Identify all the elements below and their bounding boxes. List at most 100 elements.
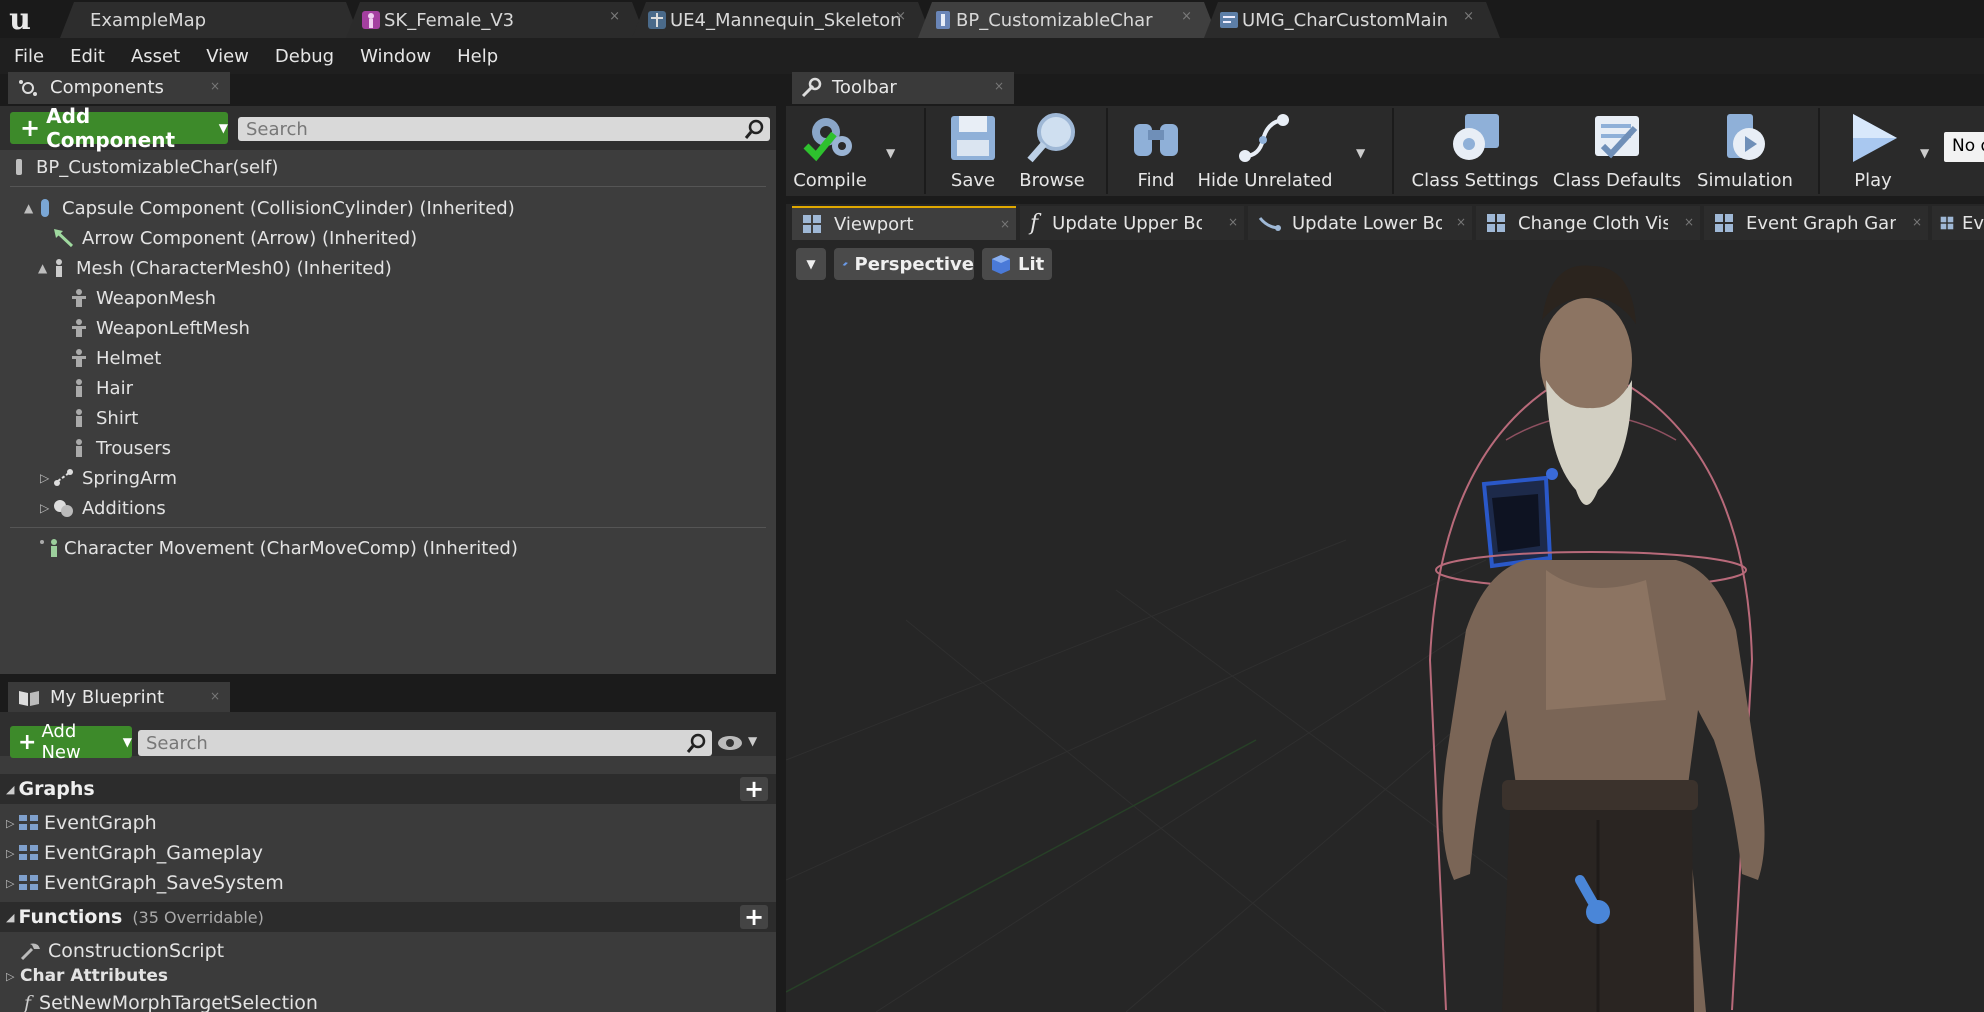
chevron-down-icon: ▼ — [806, 257, 816, 271]
close-icon[interactable]: × — [609, 9, 620, 24]
play-options-dropdown-icon[interactable]: ▼ — [1920, 146, 1934, 160]
expand-icon[interactable]: ▷ — [6, 970, 18, 983]
tab-update-upper-body[interactable]: f Update Upper Body × — [1020, 206, 1244, 240]
graphs-section-header[interactable]: ◢ Graphs + — [0, 774, 776, 804]
tab-sk-female[interactable]: SK_Female_V3 × — [346, 2, 646, 38]
tree-item-weaponleftmesh[interactable]: WeaponLeftMesh — [70, 313, 250, 343]
menu-file[interactable]: File — [0, 46, 57, 67]
tree-item-additions[interactable]: ▷ Additions — [40, 493, 166, 523]
tab-umg-charcustommain[interactable]: UMG_CharCustomMain × — [1204, 2, 1500, 38]
add-new-button[interactable]: + Add New ▼ — [10, 721, 132, 763]
tree-item-trousers[interactable]: Trousers — [70, 433, 171, 463]
perspective-button[interactable]: Perspective — [834, 248, 974, 280]
function-item-constructionscript[interactable]: ConstructionScript — [20, 936, 224, 966]
close-icon[interactable]: × — [1912, 215, 1922, 229]
tab-bp-customizablechar[interactable]: BP_CustomizableChar × — [918, 2, 1218, 38]
save-button[interactable]: Save — [938, 106, 1008, 196]
class-settings-button[interactable]: Class Settings — [1412, 106, 1538, 196]
tree-item-character-movement[interactable]: Character Movement (CharMoveComp) (Inher… — [38, 533, 518, 563]
graph-item-eventgraph[interactable]: ▷ EventGraph — [6, 808, 157, 838]
tree-item-helmet[interactable]: Helmet — [70, 343, 161, 373]
compile-label: Compile — [793, 170, 867, 191]
my-blueprint-panel-tab[interactable]: My Blueprint × — [8, 682, 230, 714]
toolbar-panel-tab[interactable]: Toolbar × — [792, 72, 1014, 104]
hide-unrelated-button[interactable]: Hide Unrelated — [1198, 106, 1333, 196]
function-icon: f — [24, 992, 32, 1012]
functions-section-header[interactable]: ◢ Functions (35 Overridable) + — [0, 902, 776, 932]
close-icon[interactable]: × — [1684, 215, 1694, 229]
tree-item-arrow[interactable]: Arrow Component (Arrow) (Inherited) — [52, 223, 417, 253]
tab-event-graph-more[interactable]: Ev — [1932, 206, 1984, 240]
add-component-button[interactable]: + Add Component ▼ — [10, 104, 228, 152]
debug-object-select[interactable]: No debug object selected — [1944, 132, 1984, 162]
collapse-icon[interactable]: ▲ — [24, 201, 36, 215]
function-item-setnewmorphtargetselection[interactable]: f SetNewMorphTargetSelection — [24, 988, 318, 1012]
components-search-input[interactable]: Search — [238, 117, 770, 141]
expand-icon[interactable]: ▷ — [40, 501, 52, 515]
close-icon[interactable]: × — [1000, 217, 1010, 231]
expand-icon[interactable]: ▷ — [40, 471, 52, 485]
menu-edit[interactable]: Edit — [57, 46, 118, 67]
lit-view-mode-button[interactable]: Lit — [982, 248, 1052, 280]
add-function-button[interactable]: + — [740, 903, 768, 931]
close-icon[interactable]: × — [210, 689, 220, 703]
close-icon[interactable]: × — [994, 79, 1004, 93]
expand-icon[interactable]: ▷ — [6, 877, 18, 890]
search-icon — [744, 119, 764, 139]
play-button[interactable]: Play — [1838, 106, 1908, 196]
tree-item-hair[interactable]: Hair — [70, 373, 133, 403]
skeleton-icon — [646, 9, 668, 31]
tab-mannequin-skeleton[interactable]: UE4_Mannequin_Skeleton × — [632, 2, 932, 38]
tab-examplemap[interactable]: ExampleMap — [60, 2, 360, 38]
tab-change-cloth-visibility[interactable]: Change Cloth Visib × — [1476, 206, 1700, 240]
unreal-logo-icon[interactable]: u — [0, 0, 40, 38]
chevron-down-icon[interactable]: ▼ — [748, 734, 757, 748]
graph-item-eventgraph-savesystem[interactable]: ▷ EventGraph_SaveSystem — [6, 868, 284, 898]
tree-item-capsule[interactable]: ▲ Capsule Component (CollisionCylinder) … — [24, 193, 515, 223]
close-icon[interactable]: × — [895, 9, 906, 24]
viewport[interactable]: ▼ Perspective Lit — [786, 240, 1984, 1012]
browse-button[interactable]: Browse — [1012, 106, 1092, 196]
tab-label: UE4_Mannequin_Skeleton — [670, 10, 902, 31]
components-panel: + Add Component ▼ Search BP_Customizable… — [0, 104, 776, 674]
category-char-attributes[interactable]: ▷ Char Attributes — [6, 964, 168, 988]
tree-item-shirt[interactable]: Shirt — [70, 403, 138, 433]
compile-button[interactable]: Compile — [792, 106, 868, 196]
self-component-item[interactable]: BP_CustomizableChar(self) — [10, 152, 278, 182]
expand-icon[interactable]: ▷ — [6, 847, 18, 860]
add-graph-button[interactable]: + — [740, 775, 768, 803]
viewport-options-button[interactable]: ▼ — [796, 248, 826, 280]
menu-debug[interactable]: Debug — [262, 46, 347, 67]
add-new-label: Add New — [41, 721, 81, 763]
my-blueprint-search-input[interactable]: Search — [138, 730, 712, 756]
viewport-icon — [803, 215, 821, 233]
tree-item-weaponmesh[interactable]: WeaponMesh — [70, 283, 216, 313]
skeletal-mesh-icon — [72, 289, 86, 307]
tab-event-graph-gameplay[interactable]: Event Graph Gamep × — [1704, 206, 1928, 240]
menu-window[interactable]: Window — [347, 46, 444, 67]
visibility-eye-icon[interactable] — [716, 732, 746, 754]
tab-update-lower-body[interactable]: Update Lower Body × — [1248, 206, 1472, 240]
collapse-icon[interactable]: ▲ — [38, 261, 50, 275]
class-defaults-button[interactable]: Class Defaults — [1553, 106, 1681, 196]
tab-viewport[interactable]: Viewport × — [792, 206, 1016, 240]
close-icon[interactable]: × — [1181, 9, 1192, 24]
menu-view[interactable]: View — [193, 46, 262, 67]
simulation-button[interactable]: Simulation — [1690, 106, 1800, 196]
expand-icon[interactable]: ▷ — [6, 817, 18, 830]
hide-unrelated-dropdown-icon[interactable]: ▼ — [1356, 146, 1370, 160]
close-icon[interactable]: × — [1463, 9, 1474, 24]
close-icon[interactable]: × — [1228, 215, 1238, 229]
find-button[interactable]: Find — [1120, 106, 1192, 196]
close-icon[interactable]: × — [1456, 215, 1466, 229]
tree-item-mesh[interactable]: ▲ Mesh (CharacterMesh0) (Inherited) — [38, 253, 392, 283]
graph-item-eventgraph-gameplay[interactable]: ▷ EventGraph_Gameplay — [6, 838, 263, 868]
close-icon[interactable]: × — [210, 79, 220, 93]
menu-asset[interactable]: Asset — [118, 46, 193, 67]
compile-options-dropdown-icon[interactable]: ▼ — [886, 146, 900, 160]
class-settings-icon — [1453, 114, 1499, 160]
tree-item-springarm[interactable]: ▷ SpringArm — [40, 463, 177, 493]
menu-help[interactable]: Help — [444, 46, 511, 67]
save-label: Save — [950, 170, 996, 191]
components-panel-tab[interactable]: Components × — [8, 72, 230, 104]
